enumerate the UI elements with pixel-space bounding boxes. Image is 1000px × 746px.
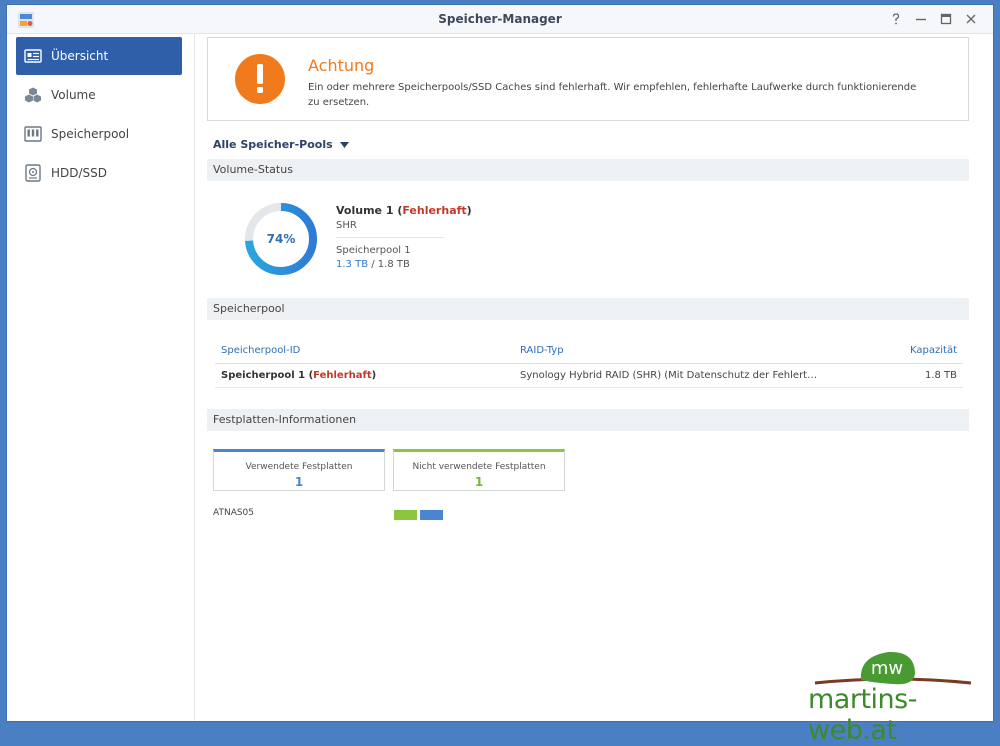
sidebar: Übersicht Volume Speicherpool HDD/SSD (7, 34, 195, 721)
volume-label: Volume 1 (336, 204, 394, 217)
minimize-button[interactable] (913, 11, 929, 27)
title-bar: Speicher-Manager (7, 5, 993, 34)
volume-total: 1.8 TB (377, 259, 410, 270)
volume-pool: Speicherpool 1 (336, 245, 411, 256)
storage-pool-filter-dropdown[interactable]: Alle Speicher-Pools (213, 138, 349, 151)
disk-info-header: Festplatten-Informationen (207, 409, 969, 431)
sidebar-item-label: HDD/SSD (51, 166, 108, 180)
column-header-raid-type[interactable]: RAID-Typ (520, 337, 564, 363)
sidebar-item-volume[interactable]: Volume (16, 76, 182, 114)
table-header: Speicherpool-ID RAID-Typ Kapazität (215, 337, 963, 364)
volume-type: SHR (336, 220, 357, 231)
maximize-icon (940, 13, 952, 25)
cubes-icon (23, 85, 43, 105)
volume-status-header: Volume-Status (207, 159, 969, 181)
disk-slot-used[interactable] (420, 510, 443, 520)
unused-disks-count: 1 (474, 475, 484, 489)
sidebar-item-label: Übersicht (51, 49, 109, 63)
sidebar-item-label: Speicherpool (51, 127, 130, 141)
minimize-icon (916, 18, 926, 21)
divider (336, 237, 444, 238)
help-button[interactable] (888, 11, 904, 27)
window-title: Speicher-Manager (438, 12, 562, 26)
volume-used: 1.3 TB (336, 259, 369, 270)
disk-slot-unused[interactable] (394, 510, 417, 520)
volume-capacity: 1.3 TB / 1.8 TB (336, 259, 410, 270)
column-header-capacity[interactable]: Kapazität (910, 337, 957, 363)
watermark-text: martins-web.at (808, 684, 917, 746)
storage-pool-header: Speicherpool (207, 298, 969, 320)
pool-id-cell: Speicherpool 1 (Fehlerhaft) (221, 369, 377, 381)
hard-drive-icon (23, 163, 43, 183)
sidebar-item-storage-pool[interactable]: Speicherpool (16, 115, 182, 153)
close-button[interactable] (963, 11, 979, 27)
unused-disks-label: Nicht verwendete Festplatten (412, 462, 546, 472)
raid-type-cell: Synology Hybrid RAID (SHR) (Mit Datensch… (520, 369, 818, 381)
sidebar-item-label: Volume (51, 88, 96, 102)
volume-usage-percent: 74% (267, 232, 296, 246)
sidebar-item-overview[interactable]: Übersicht (16, 37, 182, 75)
pool-name: Speicherpool 1 (221, 369, 306, 381)
capacity-cell: 1.8 TB (924, 369, 957, 381)
table-row[interactable]: Speicherpool 1 (Fehlerhaft) Synology Hyb… (215, 363, 963, 388)
used-disks-card[interactable]: Verwendete Festplatten 1 (213, 449, 385, 491)
close-icon (966, 14, 976, 24)
pool-filter-label: Alle Speicher-Pools (213, 138, 333, 151)
help-icon (892, 13, 900, 25)
unused-disks-card[interactable]: Nicht verwendete Festplatten 1 (393, 449, 565, 491)
warning-banner: Achtung Ein oder mehrere Speicherpools/S… (207, 37, 969, 121)
app-window: Speicher-Manager Übersicht Volume Speich… (6, 4, 994, 722)
column-header-pool-id[interactable]: Speicherpool-ID (221, 337, 300, 363)
used-disks-label: Verwendete Festplatten (245, 462, 353, 472)
overview-card-icon (23, 46, 43, 66)
volume-usage-donut: 74% (245, 203, 317, 275)
warning-message: Ein oder mehrere Speicherpools/SSD Cache… (308, 82, 917, 108)
warning-title: Achtung (308, 56, 375, 75)
used-disks-count: 1 (294, 475, 304, 489)
caret-down-icon (339, 141, 349, 148)
exclamation-icon (235, 54, 285, 104)
main-content: Achtung Ein oder mehrere Speicherpools/S… (207, 34, 993, 721)
pool-state: Fehlerhaft (313, 369, 372, 381)
volume-state: Fehlerhaft (402, 204, 467, 217)
maximize-button[interactable] (938, 11, 954, 27)
logo-badge-text: mw (871, 658, 903, 679)
capacity-separator: / (368, 259, 378, 270)
volume-name: Volume 1 (Fehlerhaft) (336, 204, 472, 217)
nas-host-name: ATNAS05 (213, 508, 255, 518)
sidebar-item-hdd-ssd[interactable]: HDD/SSD (16, 154, 182, 192)
storage-pool-icon (23, 124, 43, 144)
